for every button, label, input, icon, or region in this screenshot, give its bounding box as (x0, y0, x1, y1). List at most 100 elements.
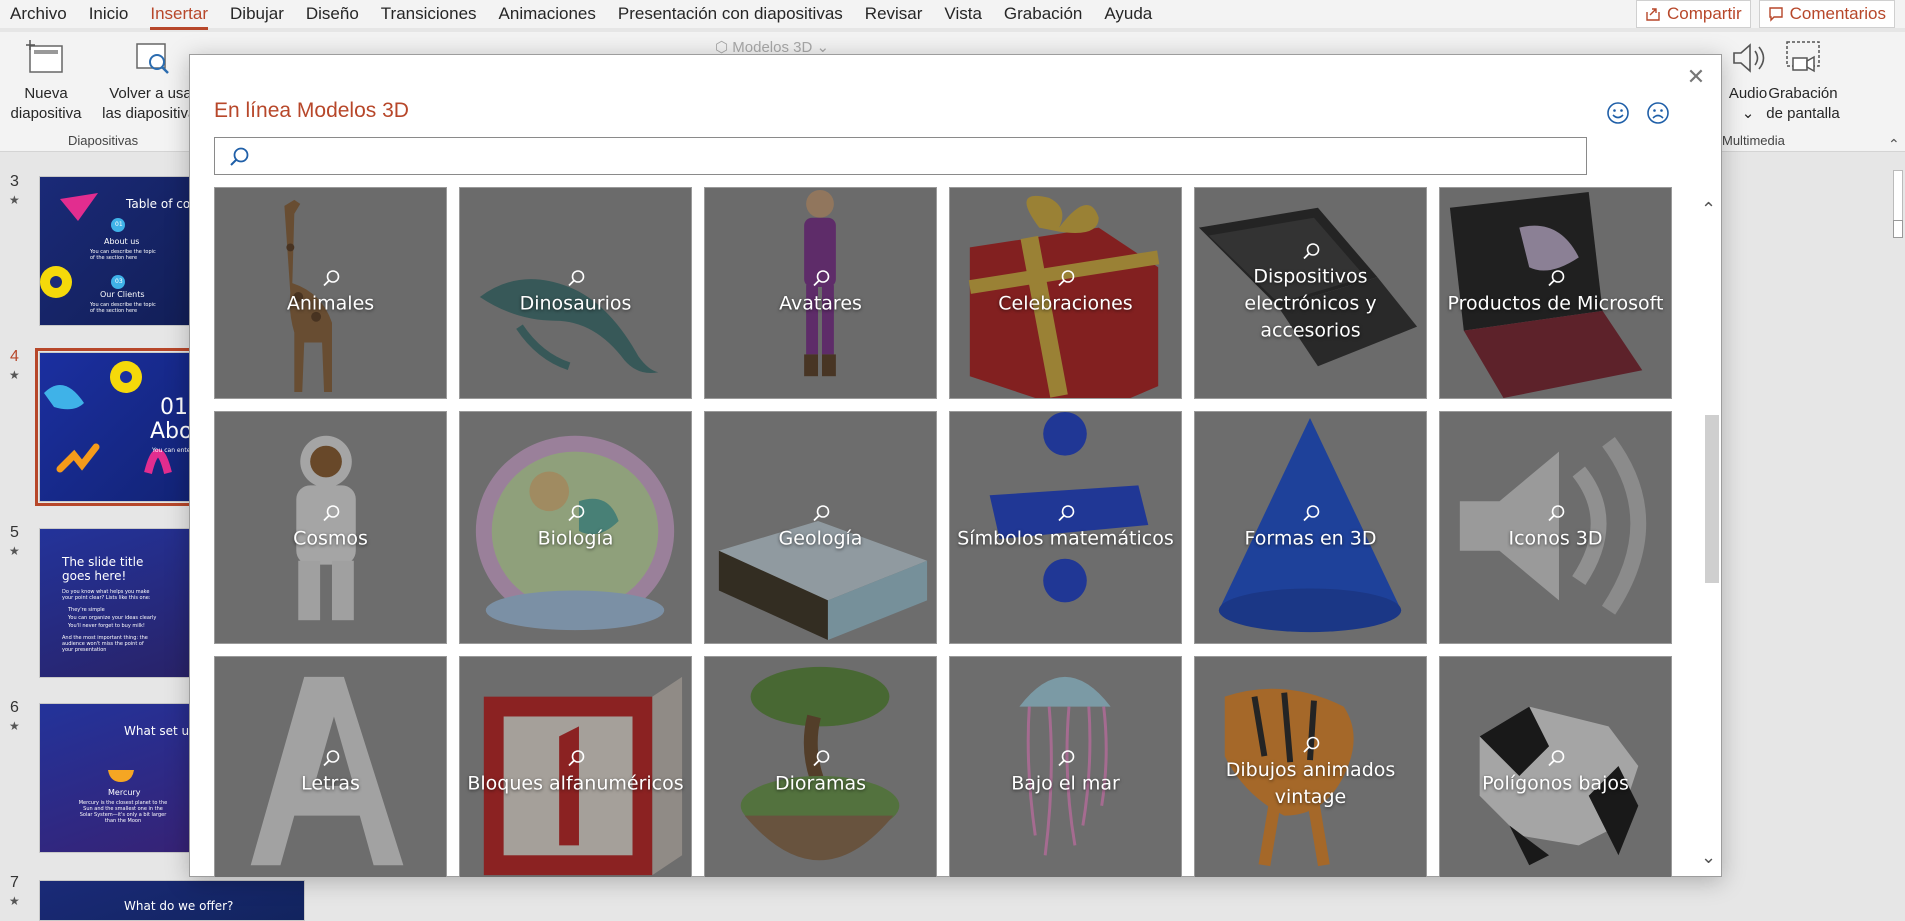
share-label: Compartir (1667, 4, 1742, 23)
search-icon (567, 504, 584, 521)
slide-number: 3 (10, 173, 19, 190)
category-tile-dibujos-vintage[interactable]: Dibujos animados vintage (1194, 656, 1427, 877)
menu-grabacion[interactable]: Grabación (993, 0, 1093, 28)
search-icon (1302, 736, 1319, 753)
category-tile-geologia[interactable]: Geología (704, 411, 937, 644)
category-tile-productos-microsoft[interactable]: Productos de Microsoft (1439, 187, 1672, 399)
search-icon (567, 270, 584, 287)
search-icon (812, 504, 829, 521)
scroll-up-icon[interactable]: ⌃ (1701, 199, 1716, 220)
category-tile-celebraciones[interactable]: Celebraciones (949, 187, 1182, 399)
menu-insertar[interactable]: Insertar (139, 0, 219, 30)
category-label: Polígonos bajos (1482, 772, 1629, 794)
slide-item-num: 01 (115, 221, 123, 228)
slide-number: 5 (10, 524, 19, 541)
category-tile-avatares[interactable]: Avatares (704, 187, 937, 399)
slide-title: What do we offer? (124, 899, 234, 913)
menu-diseno[interactable]: Diseño (295, 0, 370, 28)
slide-bullet: You'll never forget to buy milk! (68, 623, 145, 629)
menu-transiciones[interactable]: Transiciones (370, 0, 488, 28)
close-icon[interactable]: ✕ (1683, 64, 1709, 90)
category-tile-dinosaurios[interactable]: Dinosaurios (459, 187, 692, 399)
comments-button[interactable]: Comentarios (1758, 0, 1895, 28)
screen-recording-icon (1786, 41, 1820, 73)
slide-item-desc: You can describe the topic of the sectio… (90, 302, 156, 314)
search-icon (1547, 749, 1564, 766)
category-tile-formas-3d[interactable]: Formas en 3D (1194, 411, 1427, 644)
scroll-down-icon[interactable]: ⌄ (1701, 847, 1716, 868)
category-label: Biología (537, 527, 614, 549)
category-tile-animales[interactable]: Animales (214, 187, 447, 399)
comments-label: Comentarios (1789, 4, 1886, 23)
new-slide-icon (26, 40, 63, 73)
smile-feedback-icon[interactable] (1605, 100, 1631, 126)
screen-rec-line1: Grabación (1768, 85, 1838, 102)
slide-item-desc: You can describe the topic of the sectio… (90, 249, 156, 261)
menu-archivo[interactable]: Archivo (0, 0, 78, 28)
dialog-scrollbar[interactable]: ⌃ ⌄ (1699, 187, 1721, 877)
animation-star-icon: ★ (9, 193, 20, 207)
category-label: Dispositivos electrónicos y accesorios (1244, 265, 1377, 342)
screen-recording-button[interactable]: Grabación de pantalla (1758, 38, 1848, 124)
category-tile-simbolos-matematicos[interactable]: Símbolos matemáticos (949, 411, 1182, 644)
category-label: Cosmos (293, 527, 368, 549)
category-tile-dioramas[interactable]: Dioramas (704, 656, 937, 877)
slide-thumbnail-7[interactable]: What do we offer? (39, 880, 305, 921)
search-box[interactable] (214, 137, 1587, 175)
slide-number: 4 (10, 348, 19, 365)
online-3d-models-dialog: ✕ En línea Modelos 3D Animales Dinosauri… (189, 54, 1722, 877)
comment-icon (1768, 7, 1783, 22)
share-button[interactable]: Compartir (1636, 0, 1751, 28)
search-icon (1057, 270, 1074, 287)
category-label: Símbolos matemáticos (957, 527, 1174, 549)
collapse-ribbon-icon[interactable]: ⌃ (1888, 136, 1900, 153)
menu-revisar[interactable]: Revisar (854, 0, 934, 28)
search-icon (322, 749, 339, 766)
editor-scrollbar[interactable] (1893, 160, 1905, 760)
slide-desc: Mercury is the closest planet to the Sun… (78, 800, 168, 824)
scroll-thumb[interactable] (1705, 415, 1719, 583)
new-slide-line2: diapositiva (10, 105, 82, 122)
search-input[interactable] (263, 142, 1573, 170)
menu-presentacion[interactable]: Presentación con diapositivas (607, 0, 854, 28)
animation-star-icon: ★ (9, 894, 20, 908)
category-tile-bajo-el-mar[interactable]: Bajo el mar (949, 656, 1182, 877)
category-tile-bloques-alfanumericos[interactable]: Bloques alfanuméricos (459, 656, 692, 877)
search-icon (1547, 504, 1564, 521)
category-tile-cosmos[interactable]: Cosmos (214, 411, 447, 644)
animation-star-icon: ★ (9, 368, 20, 382)
category-tile-dispositivos[interactable]: Dispositivos electrónicos y accesorios (1194, 187, 1427, 399)
frown-feedback-icon[interactable] (1645, 100, 1671, 126)
slide-body: Do you know what helps you make your poi… (62, 589, 151, 601)
new-slide-button[interactable]: Nueva diapositiva (6, 38, 86, 124)
category-tile-letras[interactable]: Letras (214, 656, 447, 877)
menu-vista[interactable]: Vista (933, 0, 993, 28)
menu-inicio[interactable]: Inicio (78, 0, 140, 28)
category-label: Avatares (779, 292, 862, 315)
slides-group-label: Diapositivas (68, 133, 139, 148)
category-label: Dibujos animados vintage (1225, 758, 1396, 808)
menu-animaciones[interactable]: Animaciones (488, 0, 607, 28)
search-icon (230, 147, 249, 166)
animation-star-icon: ★ (9, 719, 20, 733)
slide-number: 7 (10, 874, 19, 891)
category-label: Letras (301, 772, 360, 794)
category-tile-iconos-3d[interactable]: Iconos 3D (1439, 411, 1672, 644)
menu-ayuda[interactable]: Ayuda (1093, 0, 1163, 28)
category-label: Geología (778, 527, 863, 549)
search-icon (322, 504, 339, 521)
search-icon (1547, 270, 1564, 287)
category-tile-poligonos-bajos[interactable]: Polígonos bajos (1439, 656, 1672, 877)
slide-bullet: They're simple (68, 607, 105, 613)
animation-star-icon: ★ (9, 544, 20, 558)
reuse-line1: Volver a usar (109, 85, 197, 102)
menu-dibujar[interactable]: Dibujar (219, 0, 295, 28)
category-tile-biologia[interactable]: Biología (459, 411, 692, 644)
search-icon (322, 270, 339, 287)
category-label: Dioramas (774, 772, 867, 794)
search-icon (812, 749, 829, 766)
search-icon (1302, 504, 1319, 521)
screen-rec-line2: de pantalla (1766, 105, 1840, 122)
search-icon (812, 270, 829, 287)
slide-title: The slide title goes here! (62, 555, 144, 583)
